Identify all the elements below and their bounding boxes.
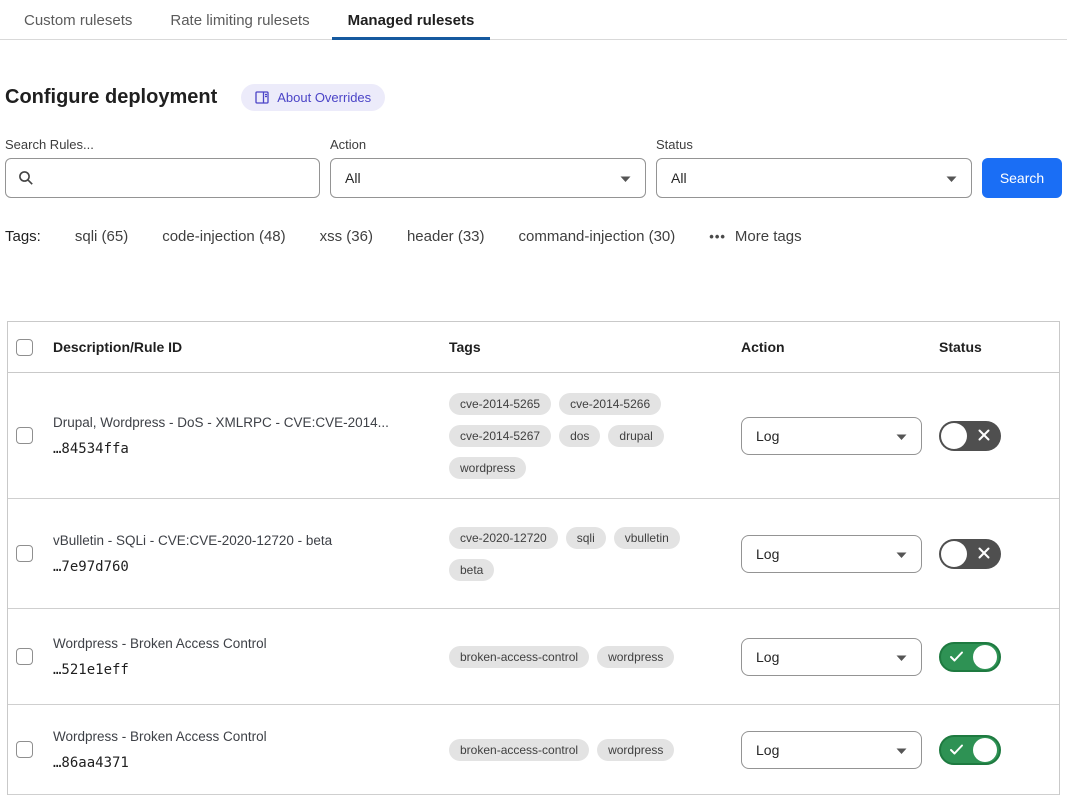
tag-filter-sqli[interactable]: sqli (65) — [75, 228, 128, 245]
search-button[interactable]: Search — [982, 158, 1062, 198]
column-header-action: Action — [741, 339, 939, 355]
tag-filter-header[interactable]: header (33) — [407, 228, 485, 245]
x-icon — [977, 428, 991, 447]
rule-status-toggle[interactable] — [939, 421, 1001, 451]
rule-id: …84534ffa — [53, 441, 425, 457]
row-checkbox[interactable] — [16, 545, 33, 562]
rule-status-toggle[interactable] — [939, 539, 1001, 569]
select-all-checkbox[interactable] — [16, 339, 33, 356]
rule-action-select[interactable]: Log — [741, 535, 922, 573]
row-checkbox[interactable] — [16, 648, 33, 665]
search-icon — [18, 170, 34, 186]
rule-description: Wordpress - Broken Access Control — [53, 729, 425, 744]
rule-action-value: Log — [756, 742, 779, 758]
column-header-description: Description/Rule ID — [53, 339, 449, 355]
status-filter-select[interactable]: All — [656, 158, 972, 198]
table-row: Wordpress - Broken Access Control …521e1… — [8, 609, 1059, 705]
filter-bar: Search Rules... Action All Status All — [5, 137, 1062, 198]
tags-bar: Tags: sqli (65) code-injection (48) xss … — [5, 228, 1062, 245]
rule-description: vBulletin - SQLi - CVE:CVE-2020-12720 - … — [53, 533, 425, 548]
check-icon — [949, 650, 964, 668]
rule-description: Drupal, Wordpress - DoS - XMLRPC - CVE:C… — [53, 415, 425, 430]
action-filter-label: Action — [330, 137, 646, 152]
rule-action-value: Log — [756, 428, 779, 444]
rule-action-value: Log — [756, 546, 779, 562]
rule-action-select[interactable]: Log — [741, 417, 922, 455]
action-filter-select[interactable]: All — [330, 158, 646, 198]
table-row: Drupal, Wordpress - DoS - XMLRPC - CVE:C… — [8, 373, 1059, 499]
search-rules-input[interactable] — [5, 158, 320, 198]
rule-tag: cve-2014-5267 — [449, 425, 551, 447]
page-header: Configure deployment About Overrides — [5, 84, 1062, 111]
tab-custom-rulesets[interactable]: Custom rulesets — [8, 0, 148, 39]
toggle-knob — [941, 423, 967, 449]
rule-id: …521e1eff — [53, 662, 425, 678]
rule-tag: wordpress — [449, 457, 526, 479]
rule-tag: sqli — [566, 527, 606, 549]
ellipsis-icon: ••• — [709, 229, 726, 244]
rule-tag: beta — [449, 559, 494, 581]
tag-filter-code-injection[interactable]: code-injection (48) — [162, 228, 285, 245]
more-tags-button[interactable]: ••• More tags — [709, 228, 801, 245]
column-header-tags: Tags — [449, 339, 741, 355]
row-checkbox[interactable] — [16, 741, 33, 758]
rule-tag: drupal — [608, 425, 663, 447]
rules-table: Description/Rule ID Tags Action Status D… — [7, 321, 1060, 795]
rule-tag: broken-access-control — [449, 646, 589, 668]
table-row: vBulletin - SQLi - CVE:CVE-2020-12720 - … — [8, 499, 1059, 609]
tag-filter-command-injection[interactable]: command-injection (30) — [519, 228, 676, 245]
book-icon — [255, 91, 269, 104]
rule-tag: wordpress — [597, 646, 674, 668]
status-filter-label: Status — [656, 137, 972, 152]
x-icon — [977, 546, 991, 565]
rule-tag: broken-access-control — [449, 739, 589, 761]
page-title: Configure deployment — [5, 86, 217, 109]
chevron-down-icon — [896, 649, 907, 665]
chevron-down-icon — [896, 428, 907, 444]
toggle-knob — [973, 645, 997, 669]
row-checkbox[interactable] — [16, 427, 33, 444]
rule-description: Wordpress - Broken Access Control — [53, 636, 425, 651]
search-rules-label: Search Rules... — [5, 137, 320, 152]
rule-action-select[interactable]: Log — [741, 638, 922, 676]
chevron-down-icon — [896, 742, 907, 758]
tab-rate-limiting-rulesets[interactable]: Rate limiting rulesets — [154, 0, 325, 39]
tag-filter-xss[interactable]: xss (36) — [320, 228, 373, 245]
table-row: Wordpress - Broken Access Control …86aa4… — [8, 705, 1059, 795]
rule-action-select[interactable]: Log — [741, 731, 922, 769]
column-header-status: Status — [939, 339, 1059, 355]
tags-bar-label: Tags: — [5, 228, 41, 245]
status-filter-value: All — [671, 170, 687, 186]
rule-tag: dos — [559, 425, 600, 447]
rule-tag: cve-2020-12720 — [449, 527, 558, 549]
more-tags-label: More tags — [735, 228, 802, 245]
table-header: Description/Rule ID Tags Action Status — [8, 322, 1059, 373]
tab-managed-rulesets[interactable]: Managed rulesets — [332, 0, 491, 39]
check-icon — [949, 743, 964, 761]
chevron-down-icon — [620, 170, 631, 186]
about-overrides-link[interactable]: About Overrides — [241, 84, 385, 111]
action-filter-value: All — [345, 170, 361, 186]
ruleset-tabs: Custom rulesets Rate limiting rulesets M… — [0, 0, 1067, 40]
rule-action-value: Log — [756, 649, 779, 665]
rule-status-toggle[interactable] — [939, 642, 1001, 672]
rule-tag: vbulletin — [614, 527, 680, 549]
rule-tag: cve-2014-5265 — [449, 393, 551, 415]
chevron-down-icon — [896, 546, 907, 562]
rule-tag: cve-2014-5266 — [559, 393, 661, 415]
toggle-knob — [941, 541, 967, 567]
rule-id: …86aa4371 — [53, 755, 425, 771]
toggle-knob — [973, 738, 997, 762]
rule-status-toggle[interactable] — [939, 735, 1001, 765]
chevron-down-icon — [946, 170, 957, 186]
rule-id: …7e97d760 — [53, 559, 425, 575]
rule-tag: wordpress — [597, 739, 674, 761]
about-overrides-label: About Overrides — [277, 90, 371, 105]
